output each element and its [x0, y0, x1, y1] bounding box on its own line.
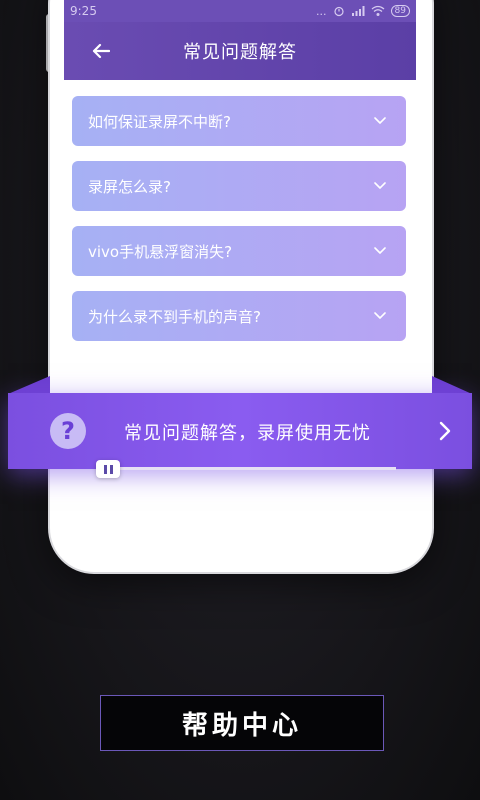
- faq-item[interactable]: 如何保证录屏不中断?: [72, 96, 406, 146]
- signal-icon: [351, 6, 365, 16]
- faq-item[interactable]: 为什么录不到手机的声音?: [72, 291, 406, 341]
- question-mark-icon: ?: [50, 413, 86, 449]
- faq-item[interactable]: vivo手机悬浮窗消失?: [72, 226, 406, 276]
- battery-icon: 89: [390, 5, 410, 17]
- chevron-down-icon: [374, 182, 386, 189]
- chevron-down-icon: [374, 312, 386, 319]
- faq-item[interactable]: 录屏怎么录?: [72, 161, 406, 211]
- progress-track[interactable]: [96, 467, 396, 470]
- help-center-label: 帮助中心: [100, 695, 384, 751]
- status-time: 9:25: [70, 4, 97, 18]
- faq-question: vivo手机悬浮窗消失?: [88, 242, 233, 261]
- ribbon-fold-left: [8, 376, 50, 394]
- alarm-icon: [333, 6, 344, 17]
- chevron-down-icon: [374, 247, 386, 254]
- wifi-icon: [371, 5, 384, 16]
- status-icons: ... 89: [316, 5, 410, 18]
- arrow-left-icon: [92, 43, 110, 59]
- status-bar: 9:25 ... 89: [64, 0, 416, 22]
- chevron-right-icon: [439, 421, 451, 441]
- pause-icon-bar: [109, 464, 113, 474]
- faq-question: 如何保证录屏不中断?: [88, 112, 231, 131]
- faq-list: 如何保证录屏不中断? 录屏怎么录? vivo手机悬浮窗消失? 为什么录不到手机的…: [72, 96, 406, 356]
- pause-button[interactable]: [96, 460, 120, 478]
- dots-icon: ...: [316, 4, 327, 18]
- faq-question: 录屏怎么录?: [88, 177, 171, 196]
- banner-text: 常见问题解答，录屏使用无忧: [124, 423, 371, 444]
- pause-icon: [103, 464, 107, 474]
- app-header: 常见问题解答: [64, 22, 416, 80]
- back-button[interactable]: [86, 36, 116, 66]
- chevron-down-icon: [374, 117, 386, 124]
- faq-banner[interactable]: ? 常见问题解答，录屏使用无忧: [8, 393, 472, 469]
- page-title: 常见问题解答: [183, 42, 297, 63]
- faq-question: 为什么录不到手机的声音?: [88, 307, 261, 326]
- ribbon-fold-right: [432, 376, 472, 394]
